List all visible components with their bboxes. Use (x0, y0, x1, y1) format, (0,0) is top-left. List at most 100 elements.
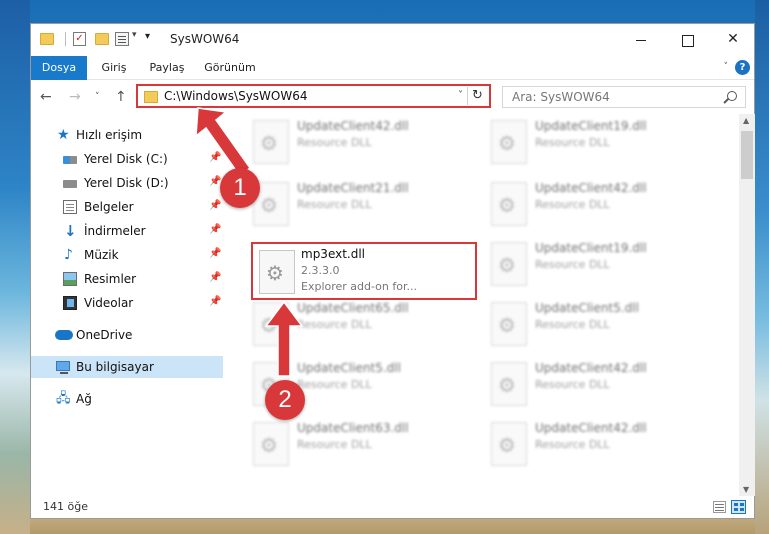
step-2-badge: 2 (265, 380, 305, 420)
file-tile[interactable]: UpdateClient42.dll Resource DLL (487, 356, 717, 412)
step-1-badge: 1 (220, 168, 260, 208)
sidebar-item-downloads[interactable]: ↓ İndirmeler 📌 (31, 220, 223, 242)
search-input[interactable]: Ara: SysWOW64 (502, 86, 746, 108)
chevron-down-icon[interactable]: ˅ (95, 92, 100, 102)
dll-file-icon (491, 422, 527, 466)
sidebar-item-label: Bu bilgisayar (76, 360, 154, 374)
address-bar[interactable]: C:\Windows\SysWOW64 ˅ ↻ (136, 84, 491, 108)
file-tile[interactable]: UpdateClient19.dll Resource DLL (487, 236, 717, 292)
file-name: UpdateClient19.dll (535, 119, 647, 133)
pin-icon[interactable]: 📌 (209, 272, 221, 283)
file-description: Resource DLL (535, 318, 610, 331)
sidebar-item-videos[interactable]: Videolar 📌 (31, 292, 223, 314)
file-tile[interactable]: UpdateClient19.dll Resource DLL (487, 114, 717, 170)
file-version: 2.3.3.0 (301, 264, 340, 277)
sidebar-item-music[interactable]: ♪ Müzik 📌 (31, 244, 223, 266)
minimize-button[interactable] (618, 24, 664, 56)
dll-file-icon (491, 242, 527, 286)
file-name: UpdateClient65.dll (297, 301, 409, 315)
pin-icon[interactable]: 📌 (209, 248, 221, 259)
file-tile[interactable]: UpdateClient42.dll Resource DLL (249, 114, 479, 170)
pin-icon[interactable]: 📌 (209, 200, 221, 211)
sidebar-item-label: Hızlı erişim (76, 128, 143, 142)
sidebar-item-documents[interactable]: Belgeler 📌 (31, 196, 223, 218)
sidebar-item-network[interactable]: 🖧 Ağ (31, 388, 223, 410)
file-tile[interactable]: UpdateClient42.dll Resource DLL (487, 176, 717, 232)
file-tile[interactable]: UpdateClient5.dll Resource DLL (487, 296, 717, 352)
tab-file[interactable]: Dosya (31, 56, 87, 80)
target-file-tile[interactable]: mp3ext.dll 2.3.3.0 Explorer add-on for..… (251, 242, 477, 300)
sidebar-item-local-disk-d[interactable]: Yerel Disk (D:) 📌 (31, 172, 223, 194)
sidebar-item-onedrive[interactable]: OneDrive (31, 324, 223, 346)
file-description: Resource DLL (535, 438, 610, 451)
sidebar-item-local-disk-c[interactable]: Yerel Disk (C:) 📌 (31, 148, 223, 170)
dll-file-icon (491, 302, 527, 346)
dll-file-icon (491, 120, 527, 164)
scroll-down-icon[interactable]: ▼ (743, 485, 749, 494)
file-description: Resource DLL (535, 198, 610, 211)
sidebar-item-pictures[interactable]: Resimler 📌 (31, 268, 223, 290)
navigation-pane: ★ Hızlı erişim Yerel Disk (C:) 📌 Yerel D… (31, 114, 227, 496)
sidebar-item-label: Resimler (84, 272, 137, 286)
close-button[interactable]: ✕ (710, 24, 756, 56)
music-icon: ♪ (64, 247, 73, 263)
star-icon: ★ (57, 127, 70, 143)
up-arrow-icon[interactable]: ↑ (115, 89, 127, 105)
sidebar-item-label: Yerel Disk (D:) (84, 176, 169, 190)
address-path[interactable]: C:\Windows\SysWOW64 (164, 89, 308, 103)
file-name: UpdateClient5.dll (297, 361, 401, 375)
file-description: Resource DLL (297, 318, 372, 331)
properties-icon[interactable] (115, 32, 129, 46)
file-tile[interactable]: UpdateClient21.dll Resource DLL (249, 176, 479, 232)
details-view-icon[interactable] (713, 501, 726, 513)
sidebar-item-quick-access[interactable]: ★ Hızlı erişim (31, 124, 223, 146)
chevron-down-icon[interactable]: ˅ (724, 62, 729, 72)
refresh-icon[interactable]: ↻ (467, 87, 487, 105)
help-icon[interactable]: ? (735, 60, 750, 75)
customize-toolbar-icon[interactable]: ▾ (145, 31, 150, 42)
ribbon-tabs: Dosya Giriş Paylaş Görünüm ˅ ? (31, 56, 754, 80)
file-description: Resource DLL (297, 438, 372, 451)
file-name: UpdateClient42.dll (535, 361, 647, 375)
computer-icon (56, 361, 70, 374)
pin-icon[interactable]: 📌 (209, 296, 221, 307)
search-icon[interactable] (727, 91, 737, 101)
file-tile[interactable]: UpdateClient63.dll Resource DLL (249, 416, 479, 472)
file-name: UpdateClient63.dll (297, 421, 409, 435)
tab-share[interactable]: Paylaş (143, 56, 191, 80)
pin-icon[interactable]: 📌 (209, 152, 221, 163)
navigation-bar: ← → ˅ ↑ C:\Windows\SysWOW64 ˅ ↻ Ara: Sys… (31, 80, 754, 114)
tab-home[interactable]: Giriş (93, 56, 135, 80)
forward-arrow-icon[interactable]: → (69, 89, 81, 105)
chevron-down-icon[interactable]: ˅ (458, 90, 463, 101)
title-bar: ✓ ▾ ▾ SysWOW64 ✕ (31, 24, 754, 56)
window-title: SysWOW64 (170, 32, 240, 46)
scrollbar-thumb[interactable] (741, 131, 753, 179)
file-name: UpdateClient19.dll (535, 241, 647, 255)
file-name: UpdateClient21.dll (297, 181, 409, 195)
sidebar-item-label: Müzik (84, 248, 119, 262)
sidebar-item-label: İndirmeler (84, 224, 146, 238)
pin-icon[interactable]: 📌 (209, 224, 221, 235)
file-description: Resource DLL (297, 198, 372, 211)
dll-file-icon (259, 250, 295, 294)
dll-file-icon (491, 182, 527, 226)
properties-check-icon[interactable]: ✓ (73, 32, 86, 46)
file-description: Explorer add-on for... (301, 280, 417, 293)
sidebar-item-label: Videolar (84, 296, 134, 310)
tab-view[interactable]: Görünüm (201, 56, 259, 80)
sidebar-item-label: Ağ (76, 392, 92, 406)
chevron-down-icon[interactable]: ▾ (132, 30, 137, 40)
scroll-up-icon[interactable]: ▲ (743, 116, 749, 125)
file-list: UpdateClient42.dll Resource DLL UpdateCl… (249, 114, 739, 496)
desktop-background (0, 0, 30, 534)
maximize-button[interactable] (664, 24, 710, 56)
new-folder-icon[interactable] (95, 33, 109, 45)
file-tile[interactable]: UpdateClient65.dll Resource DLL (249, 296, 479, 352)
dll-file-icon (491, 362, 527, 406)
sidebar-item-this-pc[interactable]: Bu bilgisayar (31, 356, 223, 378)
vertical-scrollbar[interactable]: ▲ ▼ (739, 114, 755, 496)
file-tile[interactable]: UpdateClient42.dll Resource DLL (487, 416, 717, 472)
tiles-view-icon[interactable] (731, 500, 746, 514)
back-arrow-icon[interactable]: ← (40, 89, 52, 105)
